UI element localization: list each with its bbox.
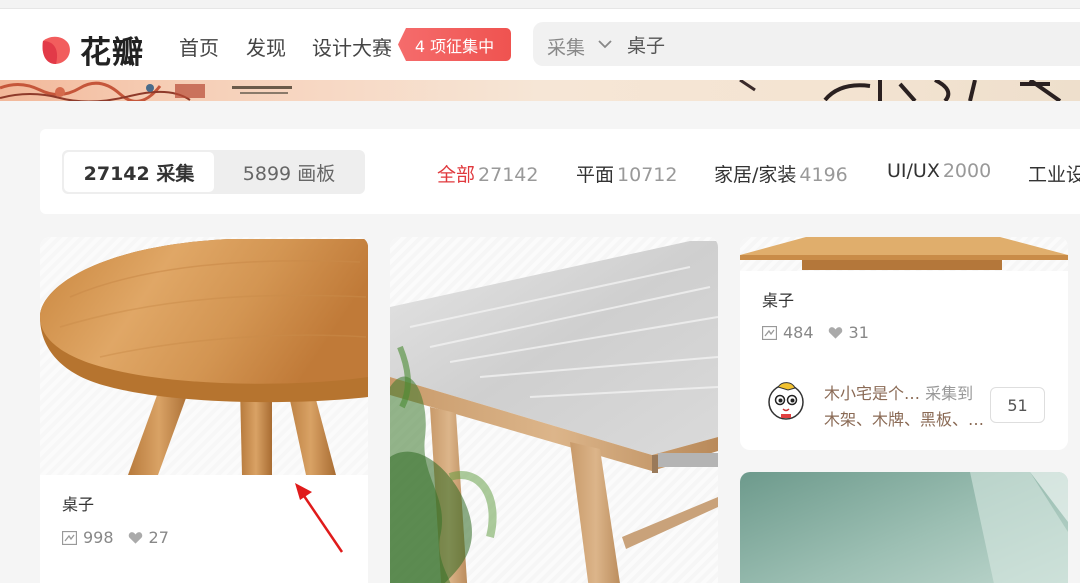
search-box: 采集 <box>533 22 1080 66</box>
category-label: 平面 <box>576 164 615 186</box>
logo[interactable]: 花瓣 <box>40 27 144 72</box>
board-count-button[interactable]: 51 <box>990 387 1045 423</box>
top-strip <box>0 0 1080 8</box>
pin-title[interactable]: 桌子 <box>62 491 94 515</box>
category-home-decor[interactable]: 家居/家装 4196 <box>714 160 848 187</box>
chevron-down-icon[interactable] <box>597 36 613 52</box>
category-ui-ux[interactable]: UI/UX 2000 <box>887 160 991 182</box>
nav-discover[interactable]: 发现 <box>246 32 286 61</box>
category-count: 27142 <box>478 164 539 186</box>
author-name[interactable]: 木小宅是个… <box>824 384 920 403</box>
repin-icon <box>762 325 777 340</box>
collector-line: 木小宅是个… 采集到 <box>824 380 973 404</box>
category-label: 家居/家装 <box>714 164 797 186</box>
repin-count: 484 <box>783 323 814 342</box>
category-count: 2000 <box>942 160 992 182</box>
search-scope-select[interactable]: 采集 <box>547 33 585 60</box>
pin-card[interactable]: 桌子 484 31 木小宅是个… 采集到 木架、木牌、黑板、… 51 <box>740 237 1068 450</box>
tabletop-image[interactable] <box>740 237 1068 271</box>
nav-home[interactable]: 首页 <box>179 32 219 61</box>
interior-scene-image[interactable] <box>740 472 1068 583</box>
petal-logo-icon <box>42 36 70 64</box>
red-arrow-annotation <box>295 483 344 553</box>
category-count: 10712 <box>617 164 678 186</box>
user-avatar[interactable] <box>764 378 808 422</box>
pin-card[interactable] <box>740 472 1068 583</box>
category-count: 4196 <box>799 164 848 186</box>
banner-artwork <box>0 80 1062 101</box>
result-type-switch: 27142 采集 5899 画板 <box>62 150 365 194</box>
like-count: 31 <box>848 323 869 342</box>
search-input[interactable] <box>627 30 1047 58</box>
round-wooden-stool-image[interactable] <box>40 237 368 475</box>
logo-text: 花瓣 <box>80 35 144 71</box>
category-all[interactable]: 全部 27142 <box>437 160 538 187</box>
repin-icon <box>62 530 77 545</box>
category-graphic[interactable]: 平面 10712 <box>576 160 677 187</box>
collected-to-label: 采集到 <box>925 384 974 403</box>
contest-badge[interactable]: 4 项征集中 <box>398 28 511 61</box>
repin-count: 998 <box>83 528 114 547</box>
like-count: 27 <box>148 528 169 547</box>
wooden-desk-image[interactable] <box>390 237 718 583</box>
decorative-banner <box>0 80 1080 101</box>
category-label: 工业设 <box>1028 164 1080 186</box>
filter-bar: 27142 采集 5899 画板 全部 27142 平面 10712 家居/家装 41… <box>40 129 1080 214</box>
board-names[interactable]: 木架、木牌、黑板、… <box>824 406 984 430</box>
tab-pins[interactable]: 27142 采集 <box>64 152 214 192</box>
top-navbar: 花瓣 首页 发现 设计大赛 4 项征集中 采集 <box>0 8 1080 80</box>
pin-card[interactable] <box>390 237 718 583</box>
category-label: 全部 <box>437 164 476 186</box>
category-label: UI/UX <box>887 160 940 182</box>
pin-title[interactable]: 桌子 <box>762 287 794 311</box>
pin-stats: 484 31 <box>762 323 869 342</box>
nav-design-contest[interactable]: 设计大赛 <box>312 32 392 61</box>
category-industrial[interactable]: 工业设 <box>1028 160 1080 187</box>
pin-stats: 998 27 <box>62 528 169 547</box>
heart-icon[interactable] <box>128 531 143 545</box>
tab-boards[interactable]: 5899 画板 <box>214 152 364 192</box>
heart-icon[interactable] <box>828 326 843 340</box>
